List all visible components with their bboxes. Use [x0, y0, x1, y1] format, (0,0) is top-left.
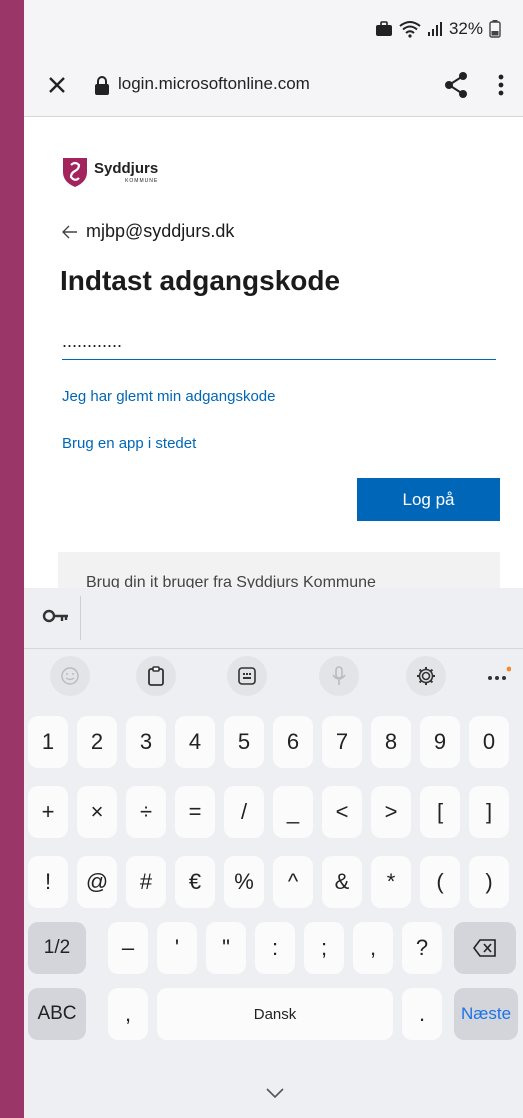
close-icon[interactable]: [42, 70, 72, 100]
keyboard-row-numbers: 1 2 3 4 5 6 7 8 9 0: [24, 716, 523, 776]
arrow-left-icon[interactable]: [62, 225, 78, 239]
keyboard-mode-button[interactable]: [227, 656, 267, 696]
keyboard-row-bottom: ABC , Dansk . Næste: [24, 988, 523, 1048]
account-email: mjbp@syddjurs.dk: [86, 221, 235, 241]
use-app-link[interactable]: Brug en app i stedet: [62, 435, 196, 452]
key-percent[interactable]: %: [224, 856, 264, 908]
phone-screen: 32% login.microsoftonline.com Syddjurs K…: [24, 0, 523, 1118]
key-icon[interactable]: [42, 608, 70, 624]
keyboard-row-operators: + × ÷ = / _ < > [ ]: [24, 786, 523, 846]
key-ampersand[interactable]: &: [322, 856, 362, 908]
key-close-bracket[interactable]: ]: [469, 786, 509, 838]
key-hash[interactable]: #: [126, 856, 166, 908]
key-semicolon[interactable]: ;: [304, 922, 344, 974]
key-apostrophe[interactable]: ': [157, 922, 197, 974]
sign-in-button[interactable]: Log på: [357, 478, 500, 521]
browser-url-bar: login.microsoftonline.com: [24, 56, 523, 117]
key-2[interactable]: 2: [77, 716, 117, 768]
forgot-password-link[interactable]: Jeg har glemt min adgangskode: [62, 388, 275, 405]
keyboard-bottom-bar: [24, 1072, 523, 1118]
shield-logo-icon: [63, 158, 87, 187]
key-5[interactable]: 5: [224, 716, 264, 768]
brand-sub: KOMMUNE: [125, 178, 159, 184]
keyboard-row-punctuation: 1/2 – ' " : ; , ?: [24, 922, 523, 982]
key-comma[interactable]: ,: [108, 988, 148, 1040]
emoji-button[interactable]: [50, 656, 90, 696]
key-at[interactable]: @: [77, 856, 117, 908]
key-dash[interactable]: –: [108, 922, 148, 974]
more-horizontal-icon: [488, 666, 511, 680]
key-quote[interactable]: ": [206, 922, 246, 974]
abc-key[interactable]: ABC: [28, 988, 86, 1040]
keyboard-toolbar: [24, 650, 523, 708]
key-open-bracket[interactable]: [: [420, 786, 460, 838]
key-page-toggle[interactable]: 1/2: [28, 922, 86, 974]
key-slash[interactable]: /: [224, 786, 264, 838]
account-back-row[interactable]: mjbp@syddjurs.dk: [62, 221, 234, 242]
key-9[interactable]: 9: [420, 716, 460, 768]
keyboard-suggestion-bar: [24, 588, 523, 649]
briefcase-icon: [375, 21, 392, 36]
more-menu-icon[interactable]: [491, 70, 511, 100]
key-euro[interactable]: €: [175, 856, 215, 908]
battery-icon: [489, 20, 501, 38]
status-bar: 32%: [24, 0, 523, 56]
key-underscore[interactable]: _: [273, 786, 313, 838]
key-asterisk[interactable]: *: [371, 856, 411, 908]
key-1[interactable]: 1: [28, 716, 68, 768]
signal-icon: [427, 22, 442, 36]
url-text[interactable]: login.microsoftonline.com: [118, 74, 310, 94]
key-6[interactable]: 6: [273, 716, 313, 768]
backspace-icon: [473, 939, 496, 957]
next-key[interactable]: Næste: [454, 988, 518, 1040]
divider: [80, 596, 81, 640]
backspace-key[interactable]: [454, 922, 516, 974]
key-less-than[interactable]: <: [322, 786, 362, 838]
syddjurs-logo: Syddjurs KOMMUNE: [62, 155, 158, 189]
key-colon[interactable]: :: [255, 922, 295, 974]
clipboard-button[interactable]: [136, 656, 176, 696]
wifi-icon: [399, 21, 421, 38]
key-comma-small[interactable]: ,: [353, 922, 393, 974]
space-key[interactable]: Dansk: [157, 988, 393, 1040]
brand-name: Syddjurs: [94, 160, 159, 177]
battery-percent: 32%: [448, 19, 483, 38]
key-exclamation[interactable]: !: [28, 856, 68, 908]
login-page: Syddjurs KOMMUNE mjbp@syddjurs.dk Indtas…: [24, 117, 523, 612]
microphone-icon: [332, 666, 346, 685]
keyboard-row-symbols: ! @ # € % ^ & * ( ): [24, 856, 523, 916]
emoji-icon: [61, 667, 79, 685]
key-question[interactable]: ?: [402, 922, 442, 974]
key-caret[interactable]: ^: [273, 856, 313, 908]
key-open-paren[interactable]: (: [420, 856, 460, 908]
key-period[interactable]: .: [402, 988, 442, 1040]
keypad-icon: [238, 667, 256, 685]
key-7[interactable]: 7: [322, 716, 362, 768]
on-screen-keyboard: 1 2 3 4 5 6 7 8 9 0 + × ÷ = / _ < > [ ] …: [24, 588, 523, 1118]
share-icon[interactable]: [443, 70, 469, 100]
key-equals[interactable]: =: [175, 786, 215, 838]
key-multiply[interactable]: ×: [77, 786, 117, 838]
keyboard-settings-button[interactable]: [406, 656, 446, 696]
chevron-down-icon[interactable]: [266, 1088, 284, 1098]
more-options-button[interactable]: [478, 656, 518, 696]
key-close-paren[interactable]: ): [469, 856, 509, 908]
password-field[interactable]: [62, 323, 496, 360]
clipboard-icon: [148, 666, 164, 686]
key-plus[interactable]: +: [28, 786, 68, 838]
voice-input-button[interactable]: [319, 656, 359, 696]
key-3[interactable]: 3: [126, 716, 166, 768]
key-greater-than[interactable]: >: [371, 786, 411, 838]
gear-icon: [417, 667, 435, 685]
lock-icon: [95, 76, 109, 95]
key-0[interactable]: 0: [469, 716, 509, 768]
status-icons: 32%: [375, 18, 501, 40]
page-title: Indtast adgangskode: [60, 265, 341, 296]
key-8[interactable]: 8: [371, 716, 411, 768]
key-divide[interactable]: ÷: [126, 786, 166, 838]
key-4[interactable]: 4: [175, 716, 215, 768]
logo-text: Syddjurs KOMMUNE: [94, 160, 158, 184]
